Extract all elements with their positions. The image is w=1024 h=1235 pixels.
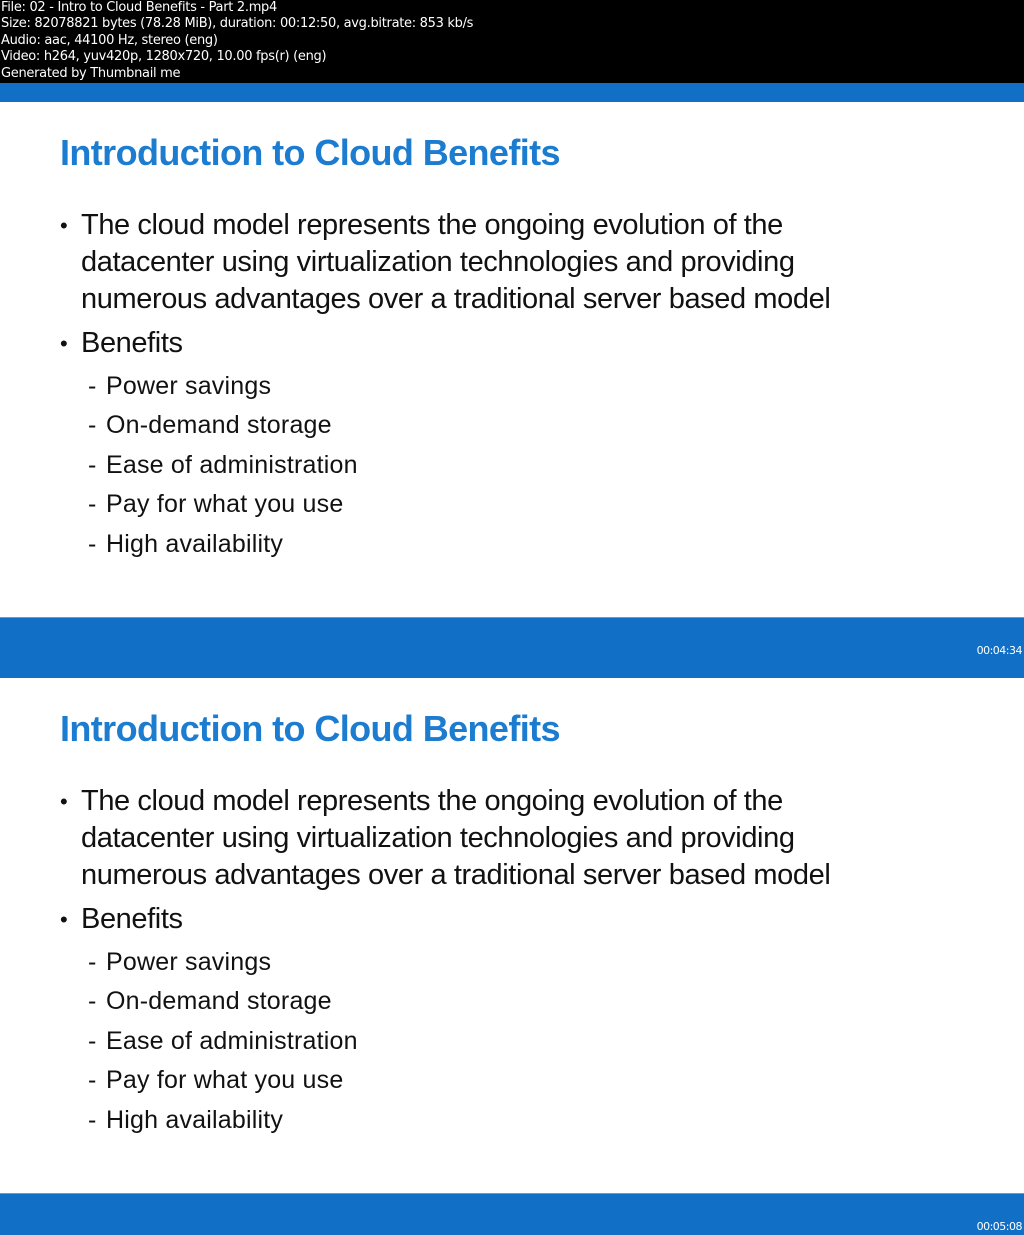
slide-title: Introduction to Cloud Benefits: [60, 132, 561, 173]
sub-bullet-item: - Power savings: [88, 948, 271, 977]
bullet-line: numerous advantages over a traditional s…: [81, 283, 831, 315]
file-info-header: File: 02 - Intro to Cloud Benefits - Par…: [0, 0, 1024, 83]
sub-bullet-text: High availability: [106, 530, 284, 558]
sub-bullet-item: - Power savings: [88, 372, 271, 401]
bullet-line: The cloud model represents the ongoing e…: [81, 785, 783, 817]
bullet-icon: •: [60, 213, 68, 238]
dash-icon: -: [88, 1066, 97, 1094]
sub-bullet-item: - Pay for what you use: [88, 1066, 343, 1095]
video-frame-1: Introduction to Cloud Benefits • The clo…: [0, 102, 1024, 617]
video-frame-2: Introduction to Cloud Benefits • The clo…: [0, 678, 1024, 1193]
dash-icon: -: [88, 411, 97, 439]
sub-bullet-text: Ease of administration: [106, 1027, 358, 1055]
video-info-line: Video: h264, yuv420p, 1280x720, 10.00 fp…: [1, 49, 327, 65]
bullet-item: • The cloud model represents the ongoing…: [60, 783, 831, 894]
bullet-line: datacenter using virtualization technolo…: [81, 822, 795, 854]
generator-line: Generated by Thumbnail me: [1, 65, 181, 81]
sub-bullet-item: - Ease of administration: [88, 451, 358, 480]
bullet-icon: •: [60, 907, 68, 932]
sub-bullet-item: - Pay for what you use: [88, 490, 343, 519]
dash-icon: -: [88, 987, 97, 1015]
sub-bullet-text: On-demand storage: [106, 411, 332, 439]
audio-info-line: Audio: aac, 44100 Hz, stereo (eng): [1, 32, 218, 48]
sub-bullet-text: High availability: [106, 1106, 284, 1134]
frame-timestamp: 00:05:08: [976, 1220, 1023, 1233]
sub-bullet-text: Power savings: [106, 948, 272, 976]
dash-icon: -: [88, 372, 97, 400]
bullet-line: datacenter using virtualization technolo…: [81, 246, 795, 278]
sub-bullet-text: Ease of administration: [106, 451, 358, 479]
sub-bullet-item: - Ease of administration: [88, 1027, 358, 1056]
dash-icon: -: [88, 530, 97, 558]
slide-band-with-timestamp: 00:05:08: [0, 1193, 1024, 1235]
bullet-item: • Benefits: [60, 901, 183, 938]
bullet-item: • The cloud model represents the ongoing…: [60, 207, 831, 318]
bullet-icon: •: [60, 789, 68, 814]
sub-bullet-item: - High availability: [88, 1106, 283, 1135]
dash-icon: -: [88, 948, 97, 976]
dash-icon: -: [88, 1106, 97, 1134]
slide-title: Introduction to Cloud Benefits: [60, 708, 561, 749]
dash-icon: -: [88, 1027, 97, 1055]
sub-bullet-text: Pay for what you use: [106, 490, 344, 518]
sub-bullet-text: Power savings: [106, 372, 272, 400]
sub-bullet-item: - High availability: [88, 530, 283, 559]
dash-icon: -: [88, 490, 97, 518]
file-size-line: Size: 82078821 bytes (78.28 MiB), durati…: [1, 16, 474, 32]
sub-bullet-text: On-demand storage: [106, 987, 332, 1015]
file-name-line: File: 02 - Intro to Cloud Benefits - Par…: [1, 0, 277, 15]
sub-bullet-item: - On-demand storage: [88, 987, 332, 1016]
slide-top-band: [0, 83, 1024, 102]
slide-band-with-timestamp: 00:04:34: [0, 617, 1024, 678]
bullet-line: Benefits: [81, 903, 183, 935]
bullet-line: The cloud model represents the ongoing e…: [81, 209, 783, 241]
dash-icon: -: [88, 451, 97, 479]
sub-bullet-text: Pay for what you use: [106, 1066, 344, 1094]
frame-timestamp: 00:04:34: [976, 644, 1023, 657]
bullet-icon: •: [60, 331, 68, 356]
bullet-line: Benefits: [81, 327, 183, 359]
bullet-item: • Benefits: [60, 325, 183, 362]
sub-bullet-item: - On-demand storage: [88, 411, 332, 440]
bullet-line: numerous advantages over a traditional s…: [81, 859, 831, 891]
